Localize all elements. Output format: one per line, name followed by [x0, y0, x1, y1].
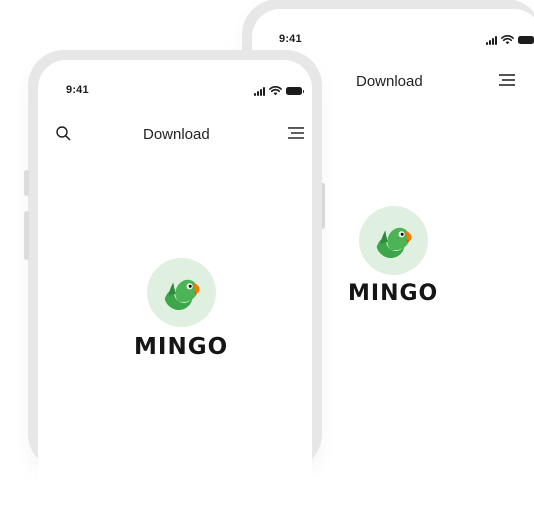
battery-icon: [286, 87, 304, 95]
wifi-icon: [501, 35, 514, 45]
signal-icon: [486, 35, 497, 45]
parrot-logo-icon: [164, 279, 200, 310]
page-title: Download: [356, 73, 423, 90]
front-phone-screen: 9:41 Download MINGO: [38, 60, 312, 510]
app-logo: MINGO: [134, 258, 228, 359]
app-logo: MINGO: [348, 206, 438, 305]
front-phone-frame: 9:41 Download MINGO: [28, 50, 322, 510]
signal-icon: [254, 86, 265, 96]
page-title: Download: [143, 126, 210, 143]
battery-icon: [518, 36, 534, 44]
hamburger-menu-icon[interactable]: [497, 70, 517, 90]
brand-name: MINGO: [134, 334, 229, 360]
wifi-icon: [269, 86, 282, 96]
logo-badge: [146, 258, 216, 327]
logo-badge: [358, 206, 428, 275]
brand-name: MINGO: [348, 281, 439, 306]
status-bar: 9:41: [38, 84, 312, 104]
status-icons: [486, 35, 534, 45]
side-button: [24, 170, 29, 196]
hamburger-menu-icon[interactable]: [286, 123, 306, 143]
search-icon[interactable]: [53, 123, 73, 143]
parrot-logo-icon: [376, 227, 412, 258]
status-time: 9:41: [66, 84, 89, 96]
side-button: [24, 211, 29, 260]
status-icons: [254, 86, 304, 96]
status-time: 9:41: [279, 33, 302, 45]
